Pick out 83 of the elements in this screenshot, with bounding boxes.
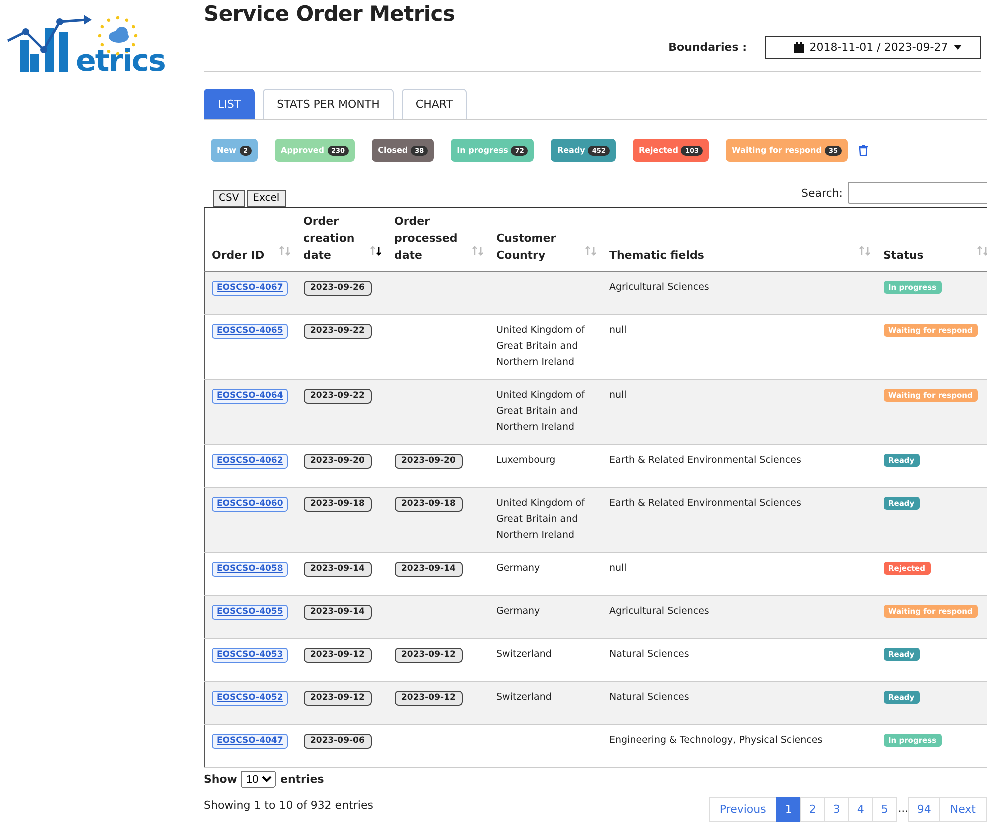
order-id-link[interactable]: EOSCSO-4052 xyxy=(212,691,288,706)
column-label: Thematic fields xyxy=(610,248,704,264)
date-badge: 2023-09-12 xyxy=(394,691,463,706)
column-label: Order ID xyxy=(212,248,265,264)
country-cell: United Kingdom of Great Britain and Northern Ireland xyxy=(496,390,585,433)
order-id-link[interactable]: EOSCSO-4055 xyxy=(212,605,288,620)
date-badge: 2023-09-14 xyxy=(304,605,372,620)
calendar-icon xyxy=(794,42,804,53)
column-label: Order creation date xyxy=(304,214,356,264)
thematic-cell: null xyxy=(610,563,627,574)
chip-label: Approved xyxy=(281,146,324,155)
thematic-cell: Natural Sciences xyxy=(610,649,690,660)
order-id-link[interactable]: EOSCSO-4047 xyxy=(212,734,288,749)
date-badge: 2023-09-14 xyxy=(394,562,463,577)
next-button[interactable]: Next xyxy=(939,797,987,822)
previous-button[interactable]: Previous xyxy=(708,797,778,822)
order-id-link[interactable]: EOSCSO-4060 xyxy=(212,497,288,512)
thematic-cell: null xyxy=(610,390,627,401)
search-field[interactable] xyxy=(848,182,987,204)
order-id-link[interactable]: EOSCSO-4062 xyxy=(212,454,288,469)
search-label: Search: xyxy=(802,186,843,200)
thematic-cell: Agricultural Sciences xyxy=(610,606,710,617)
tab[interactable]: LIST xyxy=(204,89,256,119)
country-cell: Switzerland xyxy=(496,649,552,660)
page-button[interactable]: 4 xyxy=(848,797,874,822)
country-cell: Germany xyxy=(496,606,540,617)
page-button[interactable]: 2 xyxy=(800,797,826,822)
thematic-cell: Earth & Related Environmental Sciences xyxy=(610,455,802,466)
chip-label: Rejected xyxy=(638,146,678,155)
logo-text: etrics xyxy=(76,44,166,79)
thematic-cell: Agricultural Sciences xyxy=(610,282,710,293)
page-button[interactable]: 1 xyxy=(776,797,802,822)
date-badge: 2023-09-14 xyxy=(304,562,372,577)
ellipsis: … xyxy=(897,804,910,815)
chip-label: Closed xyxy=(378,146,408,155)
chip-label: In progress xyxy=(457,146,508,155)
export-button[interactable]: CSV xyxy=(213,190,246,207)
boundaries-label: Boundaries : xyxy=(668,41,747,54)
date-badge: 2023-09-18 xyxy=(394,497,463,512)
chip-label: Waiting for respond xyxy=(732,146,822,155)
chip-label: Ready xyxy=(557,146,586,155)
chip-label: New xyxy=(217,146,237,155)
date-badge: 2023-09-06 xyxy=(304,734,372,749)
export-button[interactable]: Excel xyxy=(247,190,286,207)
country-cell: United Kingdom of Great Britain and Northern Ireland xyxy=(496,325,585,368)
thematic-cell: Engineering & Technology, Physical Sciences xyxy=(610,735,823,746)
order-id-link[interactable]: EOSCSO-4058 xyxy=(212,562,288,577)
order-id-link[interactable]: EOSCSO-4067 xyxy=(212,281,288,296)
date-badge: 2023-09-12 xyxy=(394,648,463,663)
date-badge: 2023-09-22 xyxy=(304,389,372,404)
caret-icon xyxy=(954,45,962,50)
country-cell: Germany xyxy=(496,563,540,574)
thematic-cell: Natural Sciences xyxy=(610,692,690,703)
order-id-link[interactable]: EOSCSO-4065 xyxy=(212,324,288,339)
country-cell: Switzerland xyxy=(496,692,552,703)
country-cell: Luxembourg xyxy=(496,455,556,466)
country-cell: United Kingdom of Great Britain and Northern Ireland xyxy=(496,498,585,541)
show-label: Show xyxy=(204,773,238,786)
date-badge: 2023-09-12 xyxy=(304,648,372,663)
thematic-cell: Earth & Related Environmental Sciences xyxy=(610,498,802,509)
page-button[interactable]: 94 xyxy=(908,797,940,822)
date-badge: 2023-09-20 xyxy=(394,454,463,469)
order-id-link[interactable]: EOSCSO-4064 xyxy=(212,389,288,404)
date-badge: 2023-09-22 xyxy=(304,324,372,339)
column-label: Status xyxy=(884,248,924,264)
thematic-cell: null xyxy=(610,325,627,336)
page-button[interactable]: 3 xyxy=(824,797,850,822)
date-badge: 2023-09-18 xyxy=(304,497,372,512)
entries-info: Showing 1 to 10 of 932 entries xyxy=(204,799,374,812)
date-badge: 2023-09-20 xyxy=(304,454,372,469)
tab[interactable]: STATS PER MONTH xyxy=(263,89,394,119)
page-title: Service Order Metrics xyxy=(204,2,456,28)
date-range-dropdown[interactable]: 2018-11-01 / 2023-09-27 xyxy=(765,36,981,59)
trash-icon[interactable] xyxy=(859,145,868,156)
entries-select[interactable]: 10 xyxy=(241,771,276,788)
date-badge: 2023-09-12 xyxy=(304,691,372,706)
order-id-link[interactable]: EOSCSO-4053 xyxy=(212,648,288,663)
page-button[interactable]: 5 xyxy=(872,797,898,822)
date-badge: 2023-09-26 xyxy=(304,281,372,296)
column-label: Customer Country xyxy=(496,231,558,264)
column-label: Order processed date xyxy=(394,214,459,264)
entries-label: entries xyxy=(280,773,324,786)
tab[interactable]: CHART xyxy=(402,89,467,119)
